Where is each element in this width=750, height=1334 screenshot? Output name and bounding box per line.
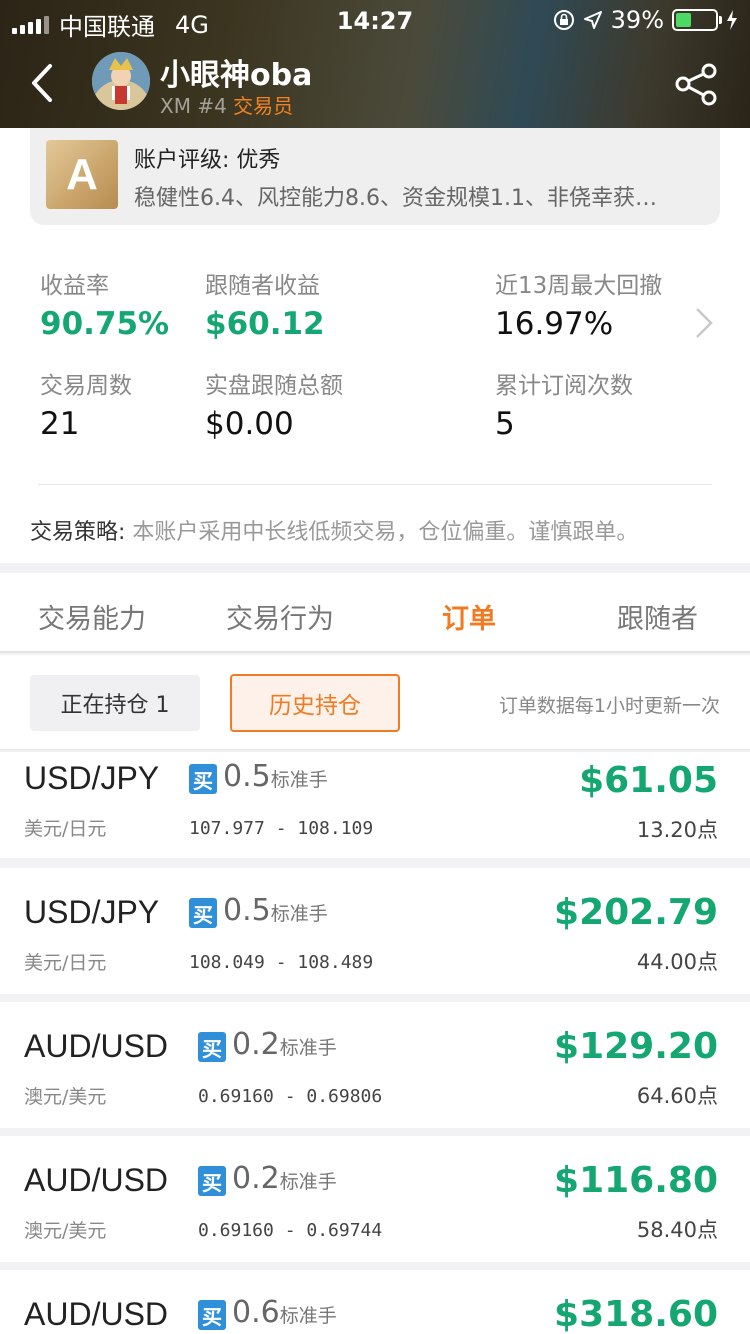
lots-unit: 标准手	[279, 1037, 337, 1059]
order-price-range: 0.69160 - 0.69744	[198, 1220, 383, 1241]
drawdown-label: 近13周最大回撤	[495, 273, 663, 299]
live-total-value: $0.00	[205, 406, 294, 442]
role-label: 交易员	[233, 94, 294, 118]
order-price-range: 107.977 - 108.109	[189, 818, 374, 839]
lots-value: 0.6	[232, 1295, 280, 1330]
order-points: 64.60点	[636, 1084, 718, 1108]
order-points: 44.00点	[636, 950, 718, 974]
order-points: 58.40点	[636, 1218, 718, 1242]
order-row[interactable]: AUD/USD 买 0.6标准手 $318.60	[0, 1270, 750, 1334]
follower-profit-value: $60.12	[205, 306, 325, 342]
order-row[interactable]: USD/JPY 买 0.5标准手 美元/日元 108.049 - 108.489…	[0, 868, 750, 994]
strategy-text: 交易策略: 本账户采用中长线低频交易，仓位偏重。谨慎跟单。	[30, 514, 638, 546]
buy-badge: 买	[198, 1166, 226, 1196]
strategy-content: 本账户采用中长线低频交易，仓位偏重。谨慎跟单。	[125, 520, 639, 545]
drawdown-value: 16.97%	[495, 306, 614, 342]
lots-unit: 标准手	[270, 769, 328, 791]
order-lots: 0.2标准手	[232, 1027, 337, 1062]
order-pair-cn: 美元/日元	[24, 818, 107, 840]
back-icon[interactable]	[22, 58, 62, 108]
order-lots: 0.6标准手	[232, 1295, 337, 1330]
tab-trading-ability[interactable]: 交易能力	[38, 597, 146, 636]
order-lots: 0.5标准手	[223, 893, 328, 928]
battery-icon	[672, 9, 722, 31]
live-total-label: 实盘跟随总额	[205, 373, 343, 399]
order-price-range: 0.69160 - 0.69806	[198, 1086, 383, 1107]
follower-profit-label: 跟随者收益	[205, 273, 320, 299]
order-price-range: 108.049 - 108.489	[189, 952, 374, 973]
divider	[38, 484, 712, 485]
broker-label: XM #4	[160, 94, 227, 118]
order-row[interactable]: AUD/USD 买 0.2标准手 澳元/美元 0.69160 - 0.69744…	[0, 1136, 750, 1262]
order-pair: AUD/USD	[24, 1162, 169, 1198]
avatar-image	[92, 52, 150, 110]
lots-unit: 标准手	[270, 903, 328, 925]
order-lots: 0.5标准手	[223, 759, 328, 794]
order-profit: $116.80	[554, 1160, 718, 1201]
order-lots: 0.2标准手	[232, 1161, 337, 1196]
orientation-lock-icon	[553, 10, 574, 30]
trader-name: 小眼神oba	[160, 58, 313, 93]
order-points: 13.20点	[636, 818, 718, 842]
charging-icon	[727, 10, 737, 30]
lots-unit: 标准手	[279, 1171, 337, 1193]
battery-percent: 39%	[610, 6, 664, 34]
status-bar: 中国联通 4G 14:27 39%	[0, 0, 750, 41]
strategy-label: 交易策略:	[30, 520, 126, 545]
weeks-value: 21	[40, 406, 80, 442]
stats-panel[interactable]: 收益率 90.75% 跟随者收益 $60.12 近13周最大回撤 16.97% …	[0, 238, 750, 563]
order-row[interactable]: USD/JPY 买 0.5标准手 美元/日元 107.977 - 108.109…	[0, 752, 750, 858]
share-icon[interactable]	[672, 60, 722, 110]
buy-badge: 买	[189, 764, 217, 794]
subscriptions-label: 累计订阅次数	[495, 373, 633, 399]
tab-followers[interactable]: 跟随者	[617, 597, 698, 636]
order-profit: $202.79	[554, 892, 718, 933]
order-pair-cn: 美元/日元	[24, 952, 107, 974]
order-pair-cn: 澳元/美元	[24, 1220, 107, 1242]
lots-unit: 标准手	[279, 1305, 337, 1327]
rating-description: 稳健性6.4、风控能力8.6、资金规模1.1、非侥幸获…	[134, 186, 657, 211]
order-profit: $318.60	[554, 1294, 718, 1334]
order-pair: AUD/USD	[24, 1028, 169, 1064]
trader-subtitle: XM #4 交易员	[160, 90, 293, 119]
rating-title: 账户评级: 优秀	[134, 148, 281, 173]
return-label: 收益率	[40, 273, 109, 299]
weeks-label: 交易周数	[40, 373, 132, 399]
order-row[interactable]: AUD/USD 买 0.2标准手 澳元/美元 0.69160 - 0.69806…	[0, 1002, 750, 1128]
order-profit: $129.20	[554, 1026, 718, 1067]
tab-orders[interactable]: 订单	[442, 597, 496, 636]
tab-trading-behavior[interactable]: 交易行为	[226, 597, 334, 636]
lots-value: 0.5	[223, 893, 271, 928]
order-profit: $61.05	[579, 760, 718, 801]
order-pair-cn: 澳元/美元	[24, 1086, 107, 1108]
app-header: 中国联通 4G 14:27 39% 小眼神oba XM #4 交易员	[0, 0, 750, 128]
buy-badge: 买	[189, 898, 217, 928]
lots-value: 0.2	[232, 1161, 280, 1196]
grade-badge: A	[46, 140, 118, 209]
tab-bar: 交易能力 交易行为 订单 跟随者	[0, 573, 750, 653]
buy-badge: 买	[198, 1032, 226, 1062]
chevron-right-icon[interactable]	[692, 304, 716, 342]
open-positions-button[interactable]: 正在持仓 1	[30, 675, 200, 731]
order-filter-bar: 正在持仓 1 历史持仓 订单数据每1小时更新一次	[0, 655, 750, 750]
order-pair: USD/JPY	[24, 760, 160, 796]
subscriptions-value: 5	[495, 406, 515, 442]
order-pair: AUD/USD	[24, 1296, 169, 1332]
return-value: 90.75%	[40, 306, 170, 342]
lots-value: 0.5	[223, 759, 271, 794]
history-positions-button[interactable]: 历史持仓	[230, 674, 400, 732]
rating-card[interactable]: A 账户评级: 优秀 稳健性6.4、风控能力8.6、资金规模1.1、非侥幸获…	[30, 128, 720, 225]
order-pair: USD/JPY	[24, 894, 160, 930]
location-icon	[583, 11, 602, 29]
buy-badge: 买	[198, 1300, 226, 1330]
avatar[interactable]	[92, 52, 150, 110]
rating-section: A 账户评级: 优秀 稳健性6.4、风控能力8.6、资金规模1.1、非侥幸获…	[0, 128, 750, 238]
update-note: 订单数据每1小时更新一次	[498, 695, 720, 717]
lots-value: 0.2	[232, 1027, 280, 1062]
